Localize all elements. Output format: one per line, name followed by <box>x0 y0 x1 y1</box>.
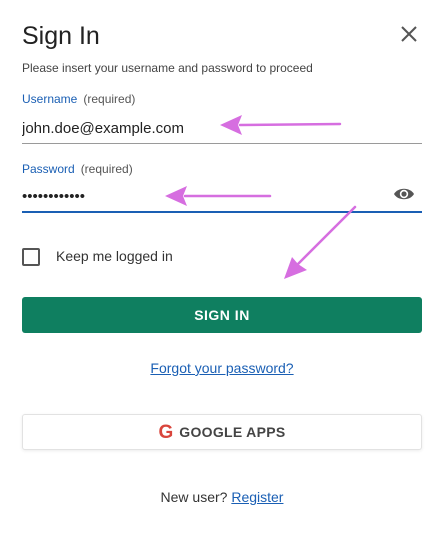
password-underline <box>22 211 422 213</box>
password-input[interactable] <box>22 185 382 207</box>
sign-in-dialog: Sign In Please insert your username and … <box>0 0 444 538</box>
username-required-hint: (required) <box>83 92 136 106</box>
google-apps-label: GOOGLE APPS <box>179 424 286 440</box>
new-user-row: New user? Register <box>0 489 444 505</box>
arrow-to-sign-in <box>284 205 357 279</box>
keep-logged-in-checkbox[interactable] <box>22 248 40 266</box>
register-link[interactable]: Register <box>231 489 283 505</box>
google-apps-button[interactable]: G GOOGLE APPS <box>22 414 422 450</box>
forgot-password-link[interactable]: Forgot your password? <box>0 360 444 376</box>
username-label: Username (required) <box>22 92 135 106</box>
close-icon[interactable] <box>398 23 420 45</box>
password-label-text: Password <box>22 162 75 176</box>
new-user-prompt: New user? <box>160 489 228 505</box>
password-label: Password (required) <box>22 162 133 176</box>
eye-icon[interactable] <box>393 186 415 202</box>
keep-logged-in-label: Keep me logged in <box>56 248 173 264</box>
dialog-title: Sign In <box>22 22 100 50</box>
annotation-arrows <box>165 115 357 279</box>
password-required-hint: (required) <box>80 162 133 176</box>
sign-in-button[interactable]: SIGN IN <box>22 297 422 333</box>
username-label-text: Username <box>22 92 78 106</box>
username-underline <box>22 143 422 144</box>
google-g-icon: G <box>158 421 174 443</box>
username-input[interactable] <box>22 117 422 139</box>
dialog-subtitle: Please insert your username and password… <box>22 61 313 75</box>
